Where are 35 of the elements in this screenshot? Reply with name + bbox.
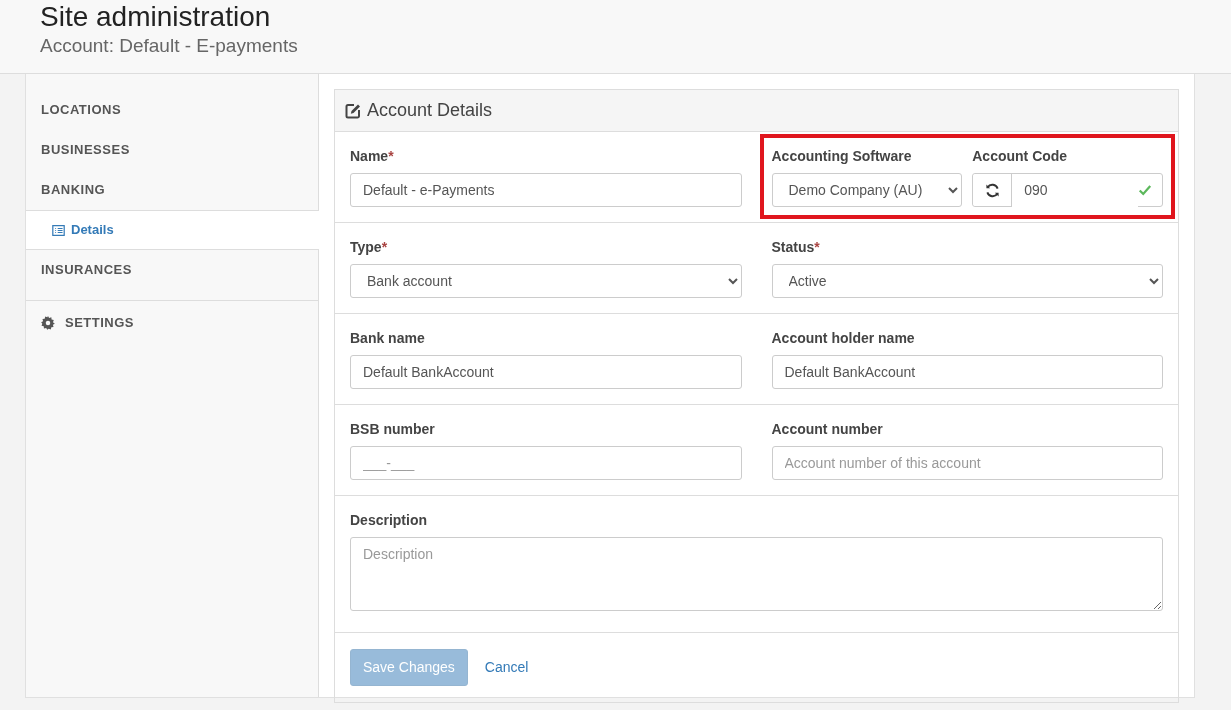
text-field[interactable]: Default - e-Payments xyxy=(350,173,742,207)
sidebar-item[interactable]: SETTINGS xyxy=(26,300,318,344)
text-field[interactable]: Default BankAccount xyxy=(771,355,1163,389)
field-label: Type* xyxy=(350,238,389,257)
sidebar-item[interactable]: BANKING xyxy=(26,170,318,210)
select-field[interactable]: Active xyxy=(771,264,1163,298)
field-label: BSB number xyxy=(350,420,436,439)
text-field[interactable]: Account number of this account xyxy=(771,446,1163,480)
select-field[interactable]: Demo Company (AU) xyxy=(771,173,963,207)
gear-icon xyxy=(41,315,55,330)
field-label: Status* xyxy=(771,238,821,257)
page-title: Site administration xyxy=(40,0,272,34)
edit-icon xyxy=(345,102,361,119)
code-field[interactable]: 090 xyxy=(972,173,1163,207)
sidebar-item[interactable]: BUSINESSES xyxy=(26,130,318,170)
textarea-field[interactable]: Description xyxy=(350,537,1163,611)
sidebar-item[interactable]: Details xyxy=(26,210,319,250)
sidebar-item[interactable]: LOCATIONS xyxy=(26,90,318,130)
field-label: Description xyxy=(350,511,428,530)
page-subtitle: Account: Default - E-payments xyxy=(40,34,299,58)
field-label: Accounting Software xyxy=(771,147,913,166)
panel-title: Account Details xyxy=(367,99,493,122)
field-label: Account Code xyxy=(972,147,1069,166)
field-label: Account number xyxy=(771,420,884,439)
field-label: Bank name xyxy=(350,329,426,348)
field-label: Name* xyxy=(350,147,395,166)
text-field[interactable]: Default BankAccount xyxy=(350,355,742,389)
list-icon xyxy=(52,223,65,237)
text-field[interactable]: ___-___ xyxy=(350,446,742,480)
refresh-button[interactable] xyxy=(973,174,1013,206)
sidebar-item[interactable]: INSURANCES xyxy=(26,250,318,290)
select-field[interactable]: Bank account xyxy=(350,264,742,298)
cancel-link[interactable]: Cancel xyxy=(484,657,529,678)
refresh-icon xyxy=(984,182,1000,198)
field-label: Account holder name xyxy=(771,329,916,348)
